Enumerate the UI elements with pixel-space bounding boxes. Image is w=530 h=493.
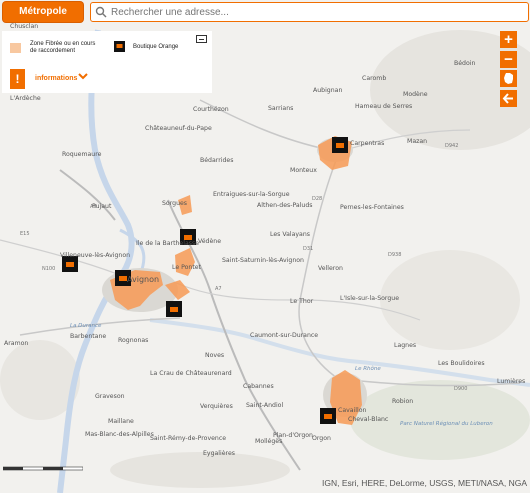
- chevron-down-icon[interactable]: [78, 71, 88, 81]
- label-lagnes: Lagnes: [394, 342, 416, 349]
- top-toolbar: Métropole: [0, 0, 530, 24]
- label-luberon: Parc Naturel Régional du Luberon: [400, 420, 493, 427]
- label-cabannes: Cabannes: [243, 383, 274, 390]
- label-lumiere: Lumières: [497, 377, 525, 385]
- label-caumont: Caumont-sur-Durance: [250, 332, 318, 339]
- label-carpentras: Carpentras: [350, 140, 384, 147]
- label-barthelasse: Ile de la Barthelasse: [136, 240, 199, 247]
- label-mazan: Mazan: [407, 138, 427, 145]
- label-monteux: Monteux: [290, 167, 317, 174]
- label-bedarrides: Bédarrides: [200, 156, 233, 164]
- label-islesorgue: L'Isle-sur-la-Sorgue: [340, 295, 399, 302]
- fibre-swatch: [10, 43, 21, 53]
- label-aramon: Aramon: [4, 340, 28, 347]
- home-button[interactable]: [500, 70, 517, 87]
- label-noves: Noves: [205, 352, 224, 359]
- label-eygalieres: Eygalières: [203, 449, 235, 457]
- road-d900: D900: [454, 386, 467, 392]
- informations-link[interactable]: informations: [35, 75, 77, 82]
- label-althen: Althen-des-Paluds: [257, 202, 313, 209]
- label-valayans: Les Valayans: [270, 231, 310, 238]
- label-durance: La Durance: [70, 323, 102, 329]
- road-d942: D942: [445, 143, 458, 149]
- label-aubignan: Aubignan: [313, 87, 342, 94]
- zoom-in-button[interactable]: +: [500, 31, 517, 48]
- label-rognonas: Rognonas: [118, 337, 148, 344]
- road-a9: A9: [90, 204, 97, 210]
- label-lescroix: La Crau de Châteaurenard: [150, 369, 232, 377]
- label-avignon: Avignon: [127, 275, 159, 284]
- label-sarrians: Sarrians: [268, 105, 293, 112]
- label-lethor: Le Thor: [290, 298, 314, 305]
- legend-panel: Zone Fibrée ou en cours de raccordement …: [2, 31, 212, 93]
- search-icon: [95, 6, 107, 18]
- label-chusclan: Chusclan: [10, 23, 38, 30]
- france-icon: [504, 73, 513, 84]
- label-modene: Modène: [403, 90, 428, 98]
- map-attribution: IGN, Esri, HERE, DeLorme, USGS, METI/NAS…: [322, 478, 527, 488]
- shop-legend-label: Boutique Orange: [133, 44, 179, 50]
- label-boulidoux: Les Boulidoires: [438, 360, 485, 367]
- label-sorgues: Sorgues: [162, 200, 187, 207]
- label-velleron: Velleron: [318, 265, 343, 272]
- label-mas: Mas-Blanc-des-Alpilles: [85, 431, 154, 438]
- arrow-left-icon: [502, 93, 513, 104]
- label-maillane: Maillane: [108, 418, 134, 425]
- label-caromb: Caromb: [362, 75, 386, 82]
- label-villeneuve: Villeneuve-lès-Avignon: [60, 251, 130, 259]
- search-bar[interactable]: [90, 2, 529, 22]
- label-barbentane: Barbentane: [70, 333, 106, 340]
- scale-bar: [3, 466, 83, 471]
- road-d28: D28: [312, 196, 322, 202]
- road-n100: N100: [42, 266, 55, 272]
- label-verquieres: Verquières: [200, 402, 233, 410]
- metropole-button[interactable]: Métropole: [3, 2, 83, 22]
- label-rhone: Le Rhône: [355, 365, 381, 372]
- label-robion: Robion: [392, 398, 413, 405]
- search-input[interactable]: [111, 3, 521, 21]
- fibre-legend-label: Zone Fibrée ou en cours de raccordement: [30, 41, 96, 54]
- label-stsaturnin: Saint-Saturnin-lès-Avignon: [222, 256, 304, 264]
- label-molleges: Mollégès: [255, 437, 282, 445]
- zoom-out-button[interactable]: −: [500, 51, 517, 68]
- label-pernes: Pernes-les-Fontaines: [340, 204, 404, 211]
- label-saintremy: Saint-Rémy-de-Provence: [150, 434, 226, 442]
- label-ardeche: L'Ardèche: [10, 94, 41, 102]
- back-button[interactable]: [500, 90, 517, 107]
- road-a7: A7: [215, 286, 222, 292]
- label-cavaillon: Cavaillon: [338, 407, 367, 414]
- label-pontet: Le Pontet: [172, 264, 202, 271]
- info-icon[interactable]: !: [10, 69, 25, 89]
- label-vedene: Védène: [198, 237, 221, 245]
- label-chateauneuf: Châteauneuf-du-Pape: [145, 124, 212, 132]
- road-d31: D31: [303, 246, 313, 252]
- road-e15: E15: [20, 231, 30, 237]
- label-courthezon: Courthézon: [193, 105, 229, 113]
- label-cheval: Cheval-Blanc: [348, 416, 389, 423]
- road-d938: D938: [388, 252, 401, 258]
- label-orgon: Orgon: [312, 435, 331, 442]
- label-entraigues: Entraigues-sur-la-Sorgue: [213, 191, 290, 198]
- shop-legend-icon: [114, 41, 125, 52]
- label-hameau: Hameau de Serres: [355, 103, 412, 110]
- label-gaveson: Graveson: [95, 393, 125, 400]
- minimize-legend-button[interactable]: [196, 35, 207, 43]
- label-standiol: Saint-Andiol: [246, 402, 283, 409]
- label-bedoin: Bédoin: [454, 59, 475, 67]
- label-roquemaure: Roquemaure: [62, 151, 102, 158]
